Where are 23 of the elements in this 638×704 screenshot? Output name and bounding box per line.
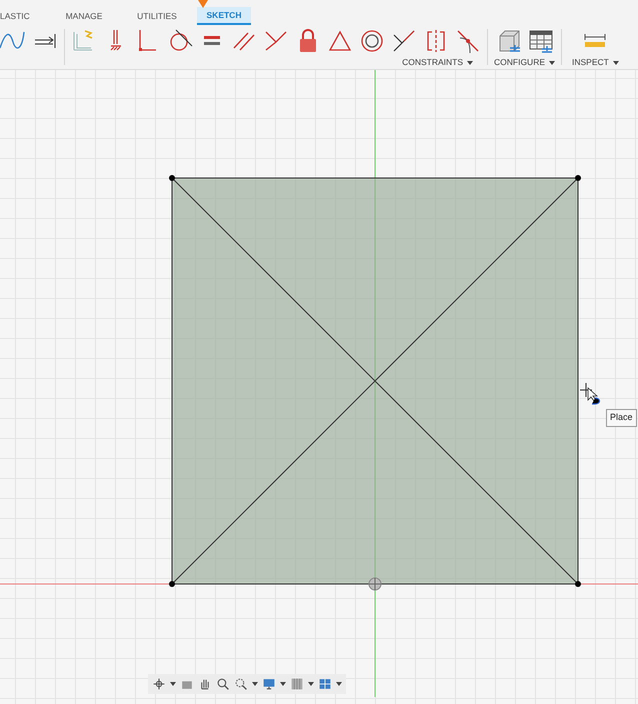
concentric-icon[interactable]	[359, 28, 385, 54]
caret-icon	[252, 682, 258, 686]
ribbon-tab[interactable]: LASTIC	[0, 7, 36, 26]
group-label: CONFIGURE	[494, 56, 545, 69]
table-icon[interactable]	[528, 28, 554, 54]
caret-icon	[308, 682, 314, 686]
sketch-canvas[interactable]: Place	[0, 70, 638, 704]
ribbon-tab[interactable]: SKETCH	[197, 7, 251, 26]
cursor-icon	[580, 382, 600, 405]
ribbon-tab[interactable]: UTILITIES	[124, 7, 190, 26]
caret-icon	[280, 682, 286, 686]
caret-icon	[467, 60, 473, 65]
toolbar-group-menu[interactable]: CONFIGURE	[494, 56, 555, 69]
tooltip: Place	[606, 409, 637, 426]
curvature-icon[interactable]	[455, 28, 481, 54]
caret-icon	[170, 682, 176, 686]
ribbon-tab[interactable]: MANAGE	[54, 7, 114, 26]
origin-icon[interactable]	[368, 578, 382, 590]
toolbar-group-menu[interactable]: INSPECT	[572, 56, 619, 69]
caret-icon	[612, 60, 619, 65]
caret-icon	[549, 60, 555, 65]
group-label: INSPECT	[572, 56, 609, 69]
caret-icon	[336, 682, 342, 686]
